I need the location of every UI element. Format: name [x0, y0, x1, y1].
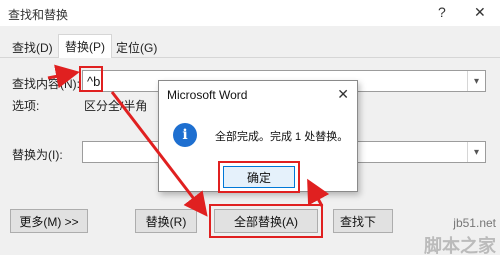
- arrow-to-replace-all: [110, 91, 208, 217]
- annotation-arrows: [47, 64, 330, 217]
- watermark-site: jb51.net: [453, 216, 496, 230]
- watermark-brand: 脚本之家: [424, 236, 496, 256]
- arrow-to-find-value: [47, 64, 80, 89]
- arrow-to-ok: [307, 178, 330, 207]
